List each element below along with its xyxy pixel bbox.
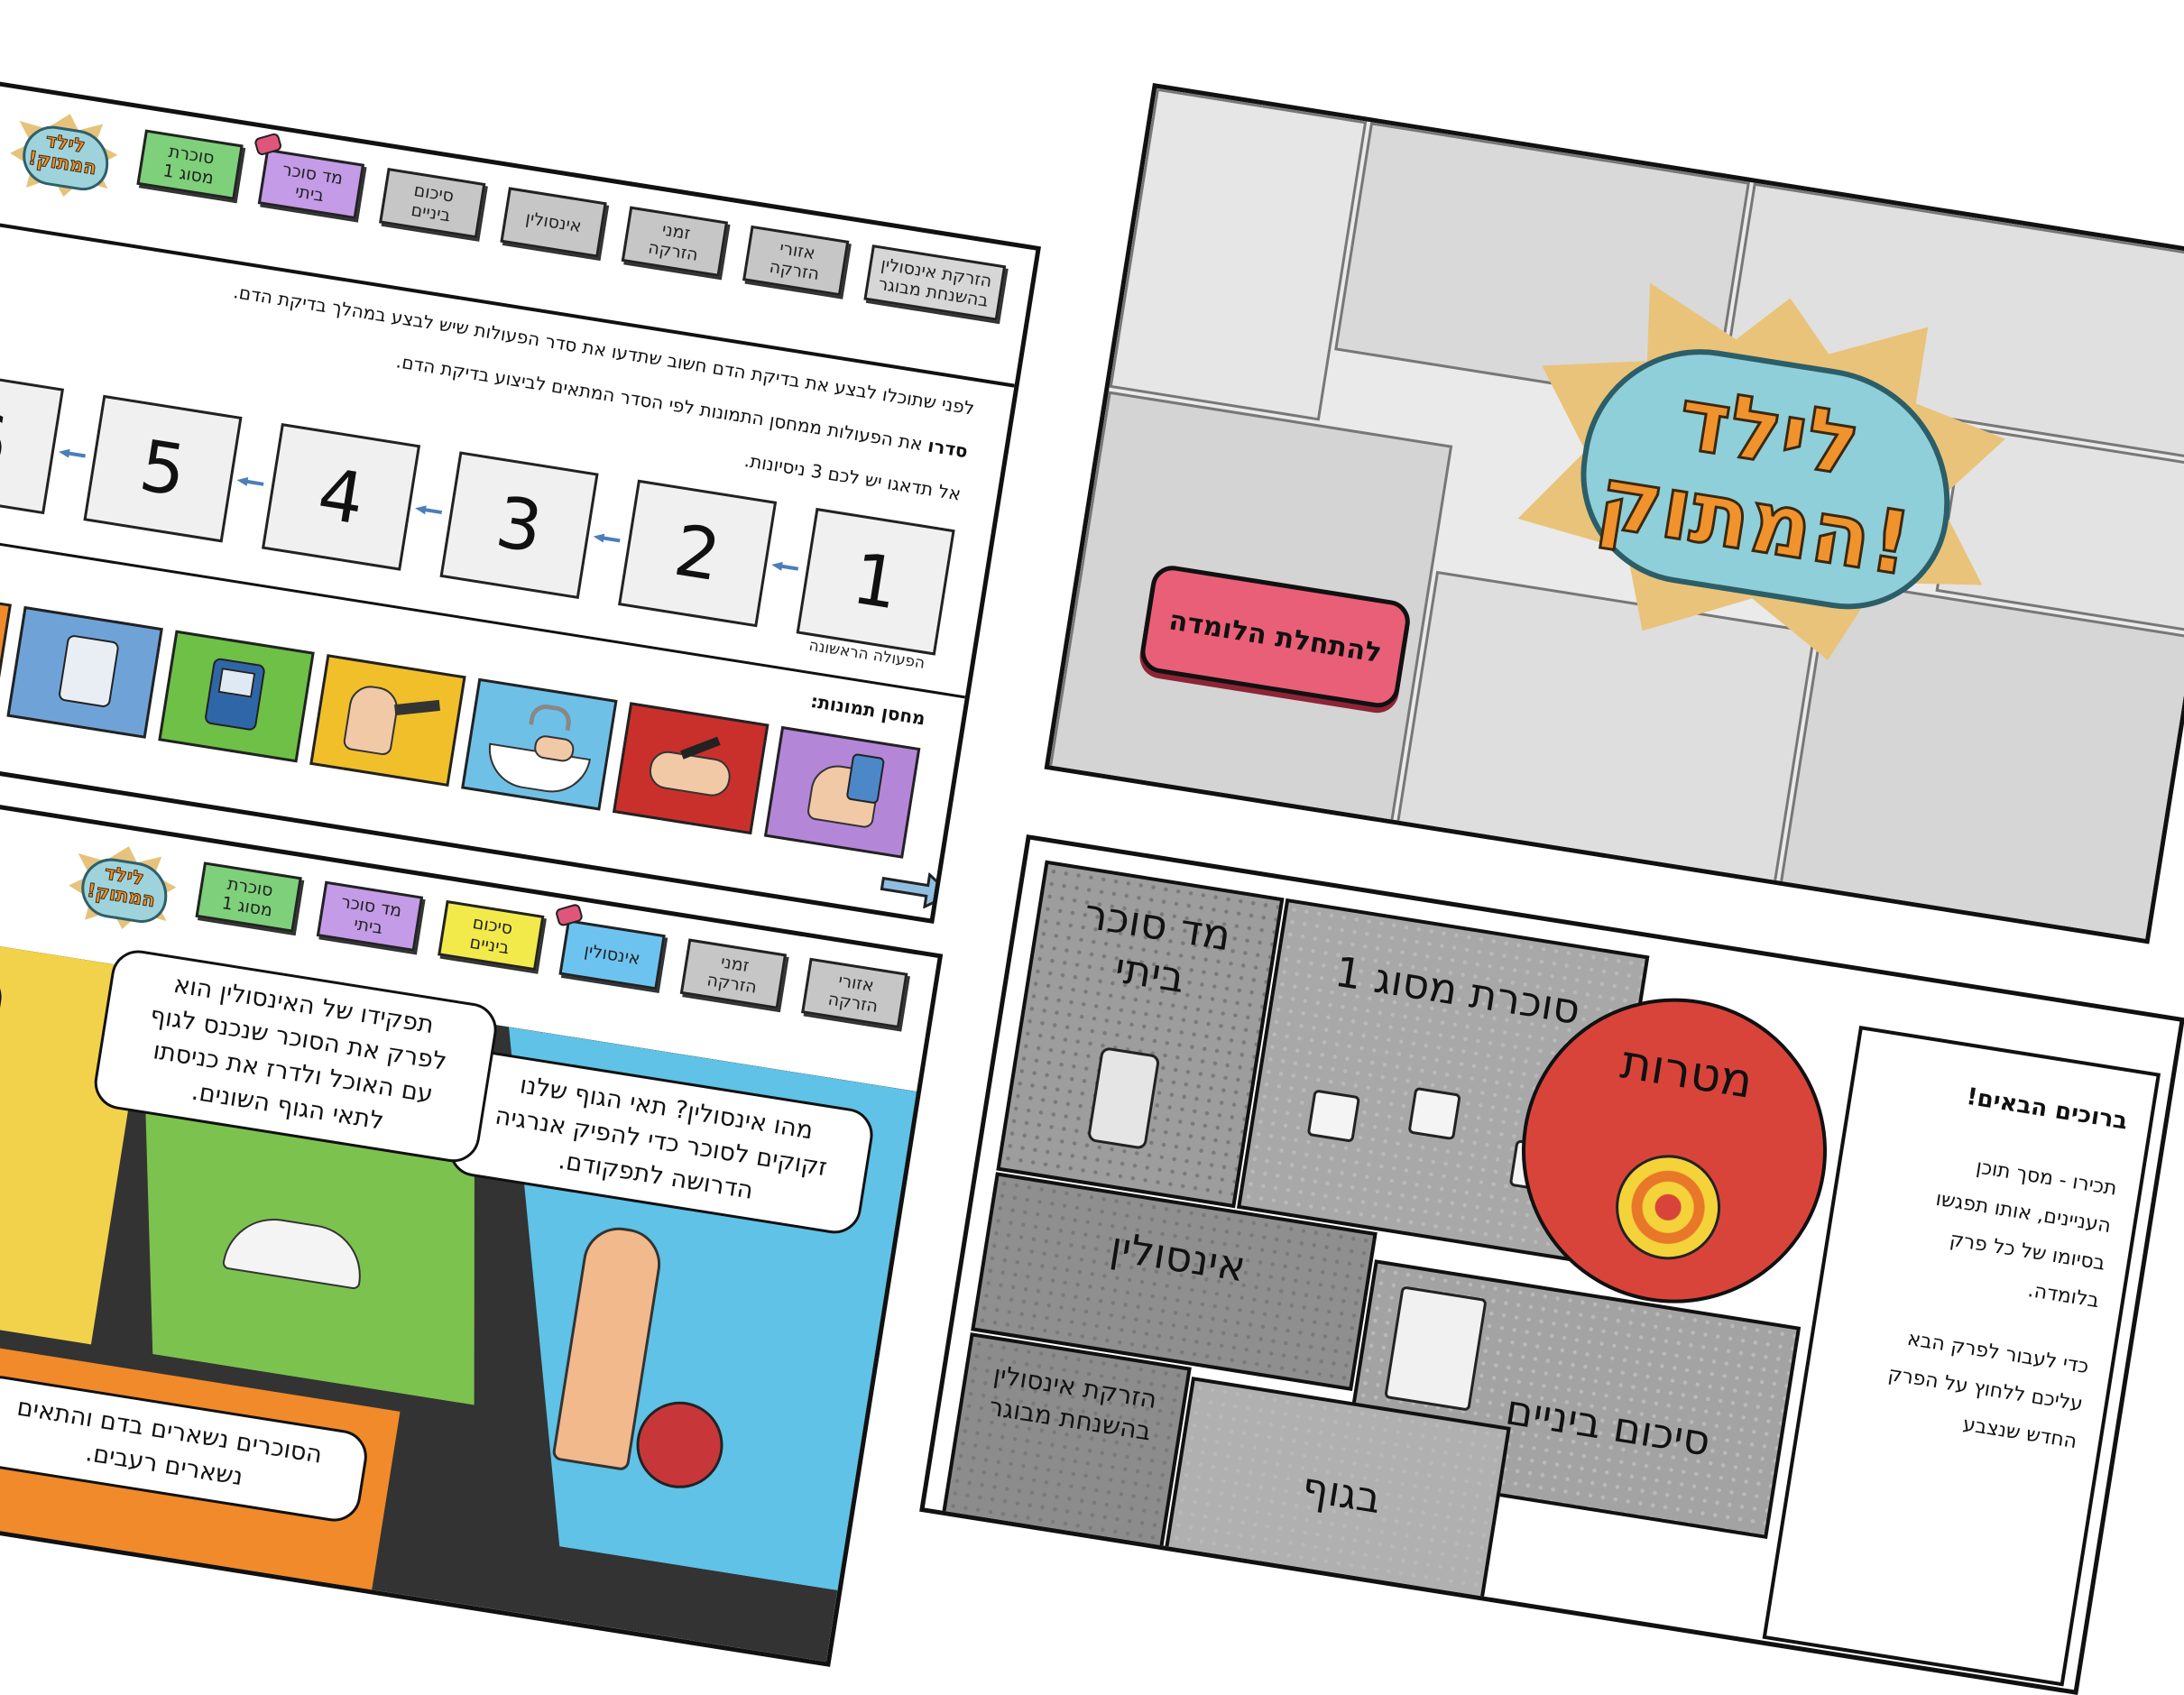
instruction-bold-word: סדרו: [926, 434, 970, 463]
welcome-paragraph-1: תכירו - מסך תוכן העניינים, אותו תפגשו בס…: [1934, 1156, 2119, 1313]
comic-panel: [1109, 88, 1368, 421]
nav-chapter-button[interactable]: זמני הזרקה: [679, 938, 788, 1009]
image-finger-prick[interactable]: [763, 725, 921, 859]
menu-card: מד סוכר ביתי סוכרת מסוג 1 מטרות אינסולין…: [919, 834, 2184, 1695]
panel-adult-supervision[interactable]: הזרקת אינסולין בהשנחת מבוגר: [939, 1332, 1192, 1562]
nav-chapter-button[interactable]: מד סוכר ביתי: [257, 148, 365, 220]
image-prepare-lancet[interactable]: [309, 654, 466, 787]
instruction-line-3: אל תדאגו יש לכם 3 ניסיונות.: [742, 449, 963, 505]
screen-icon: [217, 668, 256, 698]
drop-slot-1[interactable]: 1: [796, 507, 955, 656]
nav-chapter-button[interactable]: מד סוכר ביתי: [316, 880, 424, 953]
image-insert-strip[interactable]: [158, 630, 315, 763]
glucometer-icon: [1086, 1046, 1161, 1150]
nav-chapter-button[interactable]: סיכום ביניים: [379, 167, 486, 239]
cell-icon: [631, 1396, 730, 1495]
welcome-title: ברוכים הבאים!: [1964, 1082, 2130, 1136]
image-meter-reading[interactable]: [6, 605, 163, 739]
sugar-pile-icon: [222, 1211, 368, 1290]
arrow-left-icon: [593, 532, 621, 546]
hand-icon: [342, 682, 401, 757]
drop-slot-5[interactable]: 5: [83, 394, 243, 543]
sugar-cube-icon: [1306, 1089, 1361, 1143]
drop-slot-3[interactable]: 3: [439, 451, 599, 600]
nav-chapter-button[interactable]: אינסולין: [500, 187, 607, 258]
faucet-icon: [529, 702, 574, 732]
main-logo: לילד המתוק!: [1504, 262, 2023, 683]
arrow-left-icon: [770, 560, 798, 574]
drop-slot-4[interactable]: 4: [261, 423, 421, 571]
arrow-left-icon: [414, 503, 442, 517]
nav-chapter-button[interactable]: סיכום ביניים: [438, 899, 545, 972]
glucometer-icon: [57, 633, 120, 709]
glucometer-icon: [845, 752, 886, 805]
chapter-nav: לילד המתוק! סוכרת מסוג 1 מד סוכר ביתי סיכו…: [5, 106, 1007, 345]
image-wash-hands[interactable]: [461, 677, 618, 811]
image-bank-title: מחסן תמונות:: [809, 689, 927, 730]
next-arrow-icon[interactable]: [878, 866, 954, 913]
image-lancet[interactable]: [612, 702, 769, 835]
welcome-paragraph-2: כדי לעבור לפרק הבא עליכם ללחוץ על הפרק ה…: [1886, 1327, 2091, 1454]
nav-chapter-button[interactable]: זמני הזרקה: [621, 206, 729, 277]
drop-slot-2[interactable]: 2: [618, 479, 778, 628]
nav-chapter-button[interactable]: סוכרת מסוג 1: [195, 861, 302, 933]
arrow-left-icon: [58, 447, 86, 461]
nav-chapter-button[interactable]: אינסולין: [558, 919, 666, 990]
logo-mini[interactable]: לילד המתוק!: [63, 838, 181, 936]
nav-chapter-button[interactable]: הזרקת אינסולין בהשנחת מבוגר: [863, 244, 1007, 321]
nav-chapter-button[interactable]: אזורי הזרקה: [801, 957, 908, 1029]
drop-slot-6[interactable]: 6: [0, 366, 65, 515]
hero-start-card: לילד המתוק! להתחלת הלומדה: [1044, 83, 2184, 944]
insulin-card: לילד המתוק! סוכרת מסוג 1 מד סוכר ביתי סיכו…: [0, 785, 944, 1667]
nav-chapter-button[interactable]: סוכרת מסוג 1: [136, 129, 244, 200]
arrow-left-icon: [236, 475, 264, 489]
nav-chapter-button[interactable]: אזורי הזרקה: [742, 225, 850, 297]
panel-home-meter[interactable]: מד סוכר ביתי: [996, 860, 1285, 1209]
target-icon: [1608, 1147, 1728, 1267]
sort-activity-card: לילד המתוק! סוכרת מסוג 1 מד סוכר ביתי סיכו…: [0, 63, 1041, 925]
logo-mini[interactable]: לילד המתוק!: [5, 106, 123, 204]
lancet-pen-icon: [394, 699, 441, 716]
sugar-cube-icon: [1407, 1086, 1461, 1141]
